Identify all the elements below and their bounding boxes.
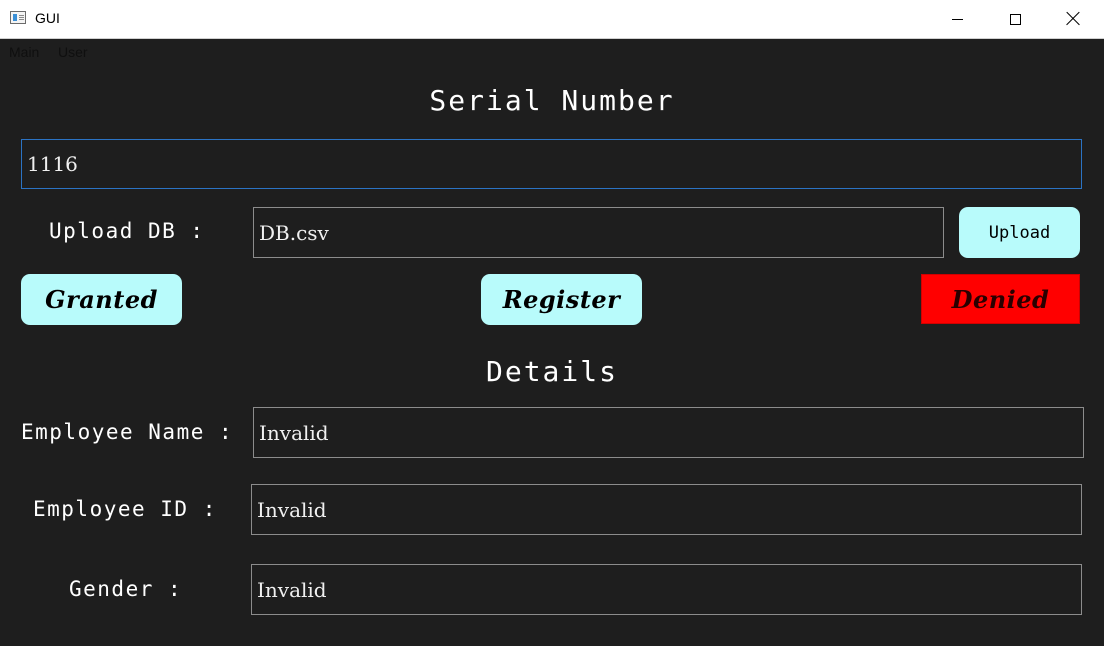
close-button[interactable] (1044, 0, 1102, 38)
gender-input[interactable] (251, 564, 1082, 615)
minimize-icon (951, 18, 963, 20)
upload-db-input[interactable] (253, 207, 944, 258)
title-bar: GUI (0, 0, 1104, 39)
employee-name-label: Employee Name : (21, 420, 234, 444)
minimize-button[interactable] (928, 0, 986, 38)
window-title: GUI (35, 10, 60, 26)
upload-db-label: Upload DB : (49, 219, 205, 243)
app-icon (10, 11, 26, 24)
details-heading: Details (485, 355, 618, 388)
employee-id-input[interactable] (251, 484, 1082, 535)
register-button[interactable]: Register (481, 274, 642, 325)
employee-id-label: Employee ID : (33, 497, 217, 521)
denied-button[interactable]: Denied (921, 274, 1080, 324)
menu-item-main[interactable]: Main (9, 44, 39, 60)
serial-number-input[interactable] (21, 139, 1082, 189)
menu-bar: Main User (0, 39, 1104, 63)
gender-label: Gender : (69, 577, 183, 601)
maximize-button[interactable] (986, 0, 1044, 38)
close-icon (1066, 12, 1080, 26)
serial-number-heading: Serial Number (429, 84, 675, 117)
granted-button[interactable]: Granted (21, 274, 182, 325)
menu-item-user[interactable]: User (58, 44, 88, 60)
maximize-icon (1009, 13, 1021, 25)
upload-button[interactable]: Upload (959, 207, 1080, 258)
employee-name-input[interactable] (253, 407, 1084, 458)
